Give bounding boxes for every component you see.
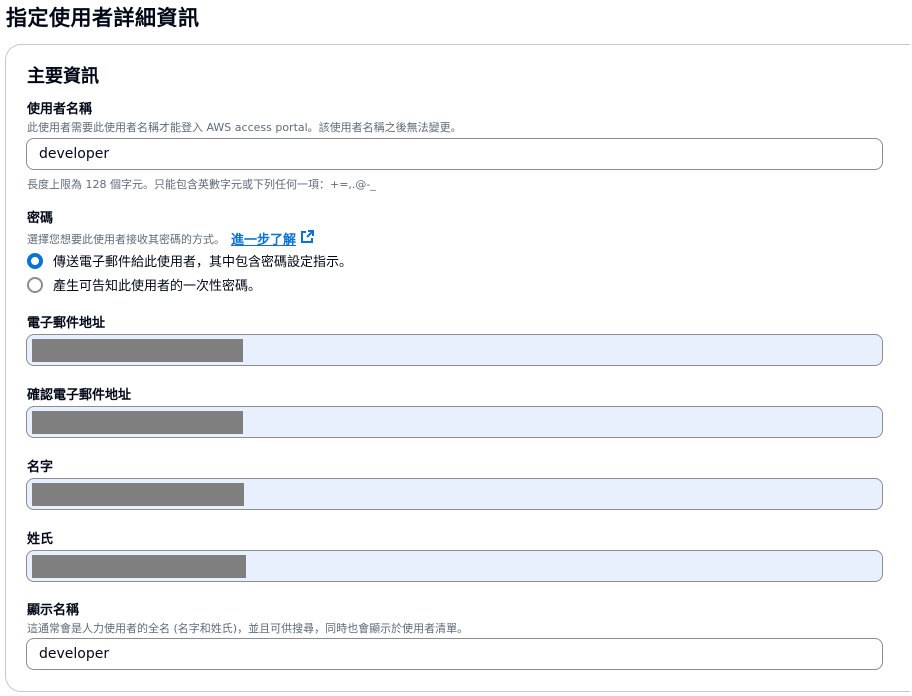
radio-option-otp[interactable]: 產生可告知此使用者的一次性密碼。: [27, 275, 261, 294]
password-label: 密碼: [27, 211, 54, 226]
confirm-email-label: 確認電子郵件地址: [27, 388, 132, 403]
section-title: 主要資訊: [27, 66, 99, 87]
username-label: 使用者名稱: [27, 102, 93, 117]
last-name-label: 姓氏: [27, 532, 54, 547]
confirm-email-input[interactable]: [26, 406, 883, 438]
radio-option-email[interactable]: 傳送電子郵件給此使用者，其中包含密碼設定指示。: [27, 251, 352, 270]
radio-button-checked[interactable]: [27, 252, 43, 269]
first-name-input[interactable]: [26, 478, 883, 510]
first-name-label: 名字: [27, 460, 54, 475]
username-constraint: 長度上限為 128 個字元。只能包含英數字元或下列任何一項：+=,.@-_: [27, 178, 376, 191]
learn-more-link[interactable]: 進一步了解: [231, 229, 315, 248]
radio-button-unchecked[interactable]: [27, 276, 43, 293]
display-name-input[interactable]: developer: [26, 638, 883, 670]
username-input[interactable]: developer: [26, 138, 883, 170]
radio-option-otp-label: 產生可告知此使用者的一次性密碼。: [53, 279, 262, 294]
primary-info-container: 主要資訊 使用者名稱 此使用者需要此使用者名稱才能登入 AWS access p…: [5, 44, 910, 692]
page-title: 指定使用者詳細資訊: [6, 6, 200, 30]
email-label: 電子郵件地址: [27, 316, 106, 331]
external-link-icon: [300, 230, 315, 247]
email-input[interactable]: [26, 334, 883, 366]
redacted-value: [32, 411, 243, 434]
redacted-value: [32, 555, 246, 578]
password-description-row: 選擇您想要此使用者接收其密碼的方式。 進一步了解: [27, 229, 315, 248]
last-name-input[interactable]: [26, 550, 883, 582]
display-name-description: 這通常會是人力使用者的全名 (名字和姓氏)，並且可供搜尋，同時也會顯示於使用者清…: [27, 622, 469, 635]
redacted-value: [32, 483, 244, 506]
radio-option-email-label: 傳送電子郵件給此使用者，其中包含密碼設定指示。: [53, 255, 353, 270]
redacted-value: [32, 339, 243, 362]
learn-more-label[interactable]: 進一步了解: [231, 229, 296, 248]
display-name-label: 顯示名稱: [27, 603, 80, 618]
password-description: 選擇您想要此使用者接收其密碼的方式。: [27, 232, 225, 246]
username-description: 此使用者需要此使用者名稱才能登入 AWS access portal。該使用者名…: [27, 121, 462, 134]
